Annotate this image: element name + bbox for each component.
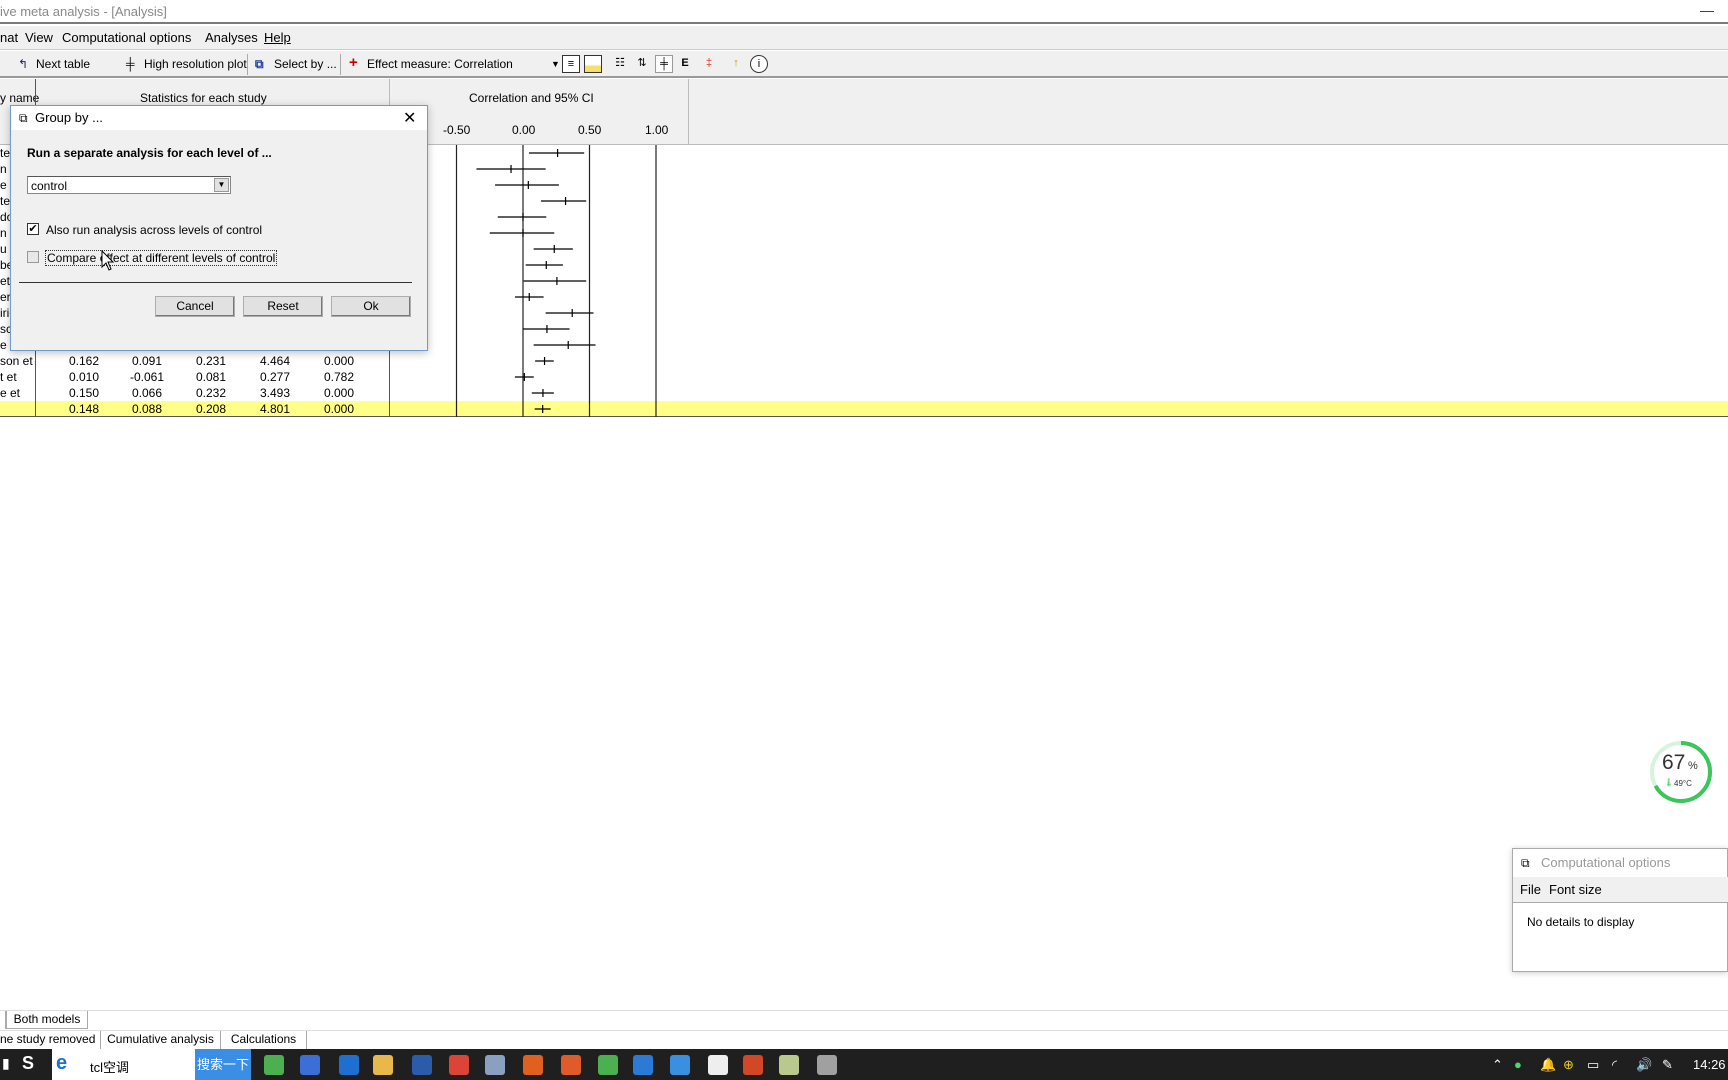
search-input[interactable]: tcl空调 [90,1057,129,1076]
compare-effect-checkbox[interactable] [27,251,39,263]
select-value: control [31,179,68,193]
close-icon[interactable]: ✕ [403,108,416,128]
clock[interactable]: 14:26 [1693,1057,1726,1072]
battery-icon[interactable]: ▭ [1587,1057,1599,1073]
taskbar: ▮ S e tcl空调 搜索一下 ⌃ ● 🔔 ⊕ ▭ ◜ 🔊 ✎ 14:26 [0,1049,1728,1080]
gauge-temp: 49°C [1674,779,1692,788]
group-by-select[interactable]: control ▼ [27,176,231,194]
taskbar-app-icon[interactable] [300,1055,320,1075]
taskbar-app-icon[interactable] [373,1055,393,1075]
also-run-label[interactable]: Also run analysis across levels of contr… [46,223,262,237]
chevron-up-icon[interactable]: ⌃ [1492,1057,1503,1073]
taskbar-app-icon[interactable] [339,1055,359,1075]
mouse-cursor-icon [101,250,115,271]
compare-effect-label[interactable]: Compare effect at different levels of co… [45,250,278,266]
window-icon: ⧉ [1521,856,1530,870]
cpu-gauge: 67 % 🌡 49°C [1648,739,1714,805]
wifi-icon[interactable]: ◜ [1612,1057,1617,1073]
computational-options-panel: ⧉ Computational options File Font size N… [1512,848,1728,972]
taskbar-app-icon[interactable] [264,1055,284,1075]
gauge-unit: % [1688,760,1698,772]
taskbar-app-icon[interactable] [708,1055,728,1075]
reset-button[interactable]: Reset [243,296,323,317]
taskbar-app-icon[interactable] [598,1055,618,1075]
wechat-icon[interactable]: ● [1514,1057,1522,1072]
gauge-percent: 67 [1662,751,1686,774]
pen-icon[interactable]: ✎ [1662,1057,1673,1073]
taskbar-app-icon[interactable] [523,1055,543,1075]
panel-title: Computational options [1541,855,1671,870]
tab-cumulative-analysis[interactable]: Cumulative analysis [101,1031,221,1049]
window-icon: ⧉ [19,111,28,125]
volume-icon[interactable]: 🔊 [1636,1057,1652,1073]
panel-body-text: No details to display [1527,915,1635,929]
tab-both-models[interactable]: Both models [6,1011,88,1029]
ie-icon: e [56,1052,68,1074]
also-run-checkbox[interactable]: ✔ [27,223,39,235]
cancel-button[interactable]: Cancel [155,296,235,317]
analysis-tabs: ne study removed Cumulative analysis Cal… [0,1030,1728,1049]
menu-file[interactable]: File [1520,882,1541,897]
divider [19,282,412,283]
taskbar-app-icon[interactable] [670,1055,690,1075]
dialog-title: Group by ... [35,110,103,125]
tab-calculations[interactable]: Calculations [221,1031,307,1049]
app-logo-icon[interactable]: S [22,1053,34,1074]
taskbar-app-icon[interactable] [485,1055,505,1075]
taskbar-app-icon[interactable] [779,1055,799,1075]
taskbar-app-icon[interactable] [412,1055,432,1075]
bell-icon[interactable]: 🔔 [1540,1057,1556,1073]
ok-button[interactable]: Ok [331,296,411,317]
menu-font-size[interactable]: Font size [1549,882,1602,897]
group-by-dialog: ⧉ Group by ... ✕ Run a separate analysis… [10,105,428,351]
taskbar-app-icon[interactable] [561,1055,581,1075]
tab-one-study-removed[interactable]: ne study removed [0,1031,101,1049]
chevron-down-icon[interactable]: ▼ [214,178,229,192]
taskbar-app-icon[interactable] [817,1055,837,1075]
start-icon[interactable]: ▮ [2,1055,10,1072]
model-tabs: Both models [0,1010,1728,1029]
taskbar-app-icon[interactable] [743,1055,763,1075]
taskbar-app-icon[interactable] [633,1055,653,1075]
search-button[interactable]: 搜索一下 [195,1049,251,1080]
thermometer-icon: 🌡 [1664,778,1675,787]
plus-circle-icon[interactable]: ⊕ [1563,1057,1574,1073]
dialog-heading: Run a separate analysis for each level o… [27,146,272,160]
panel-menu: File Font size [1513,877,1728,903]
dialog-title-bar: ⧉ Group by ... ✕ [11,106,427,130]
taskbar-app-icon[interactable] [449,1055,469,1075]
search-box[interactable]: e tcl空调 [52,1049,195,1080]
